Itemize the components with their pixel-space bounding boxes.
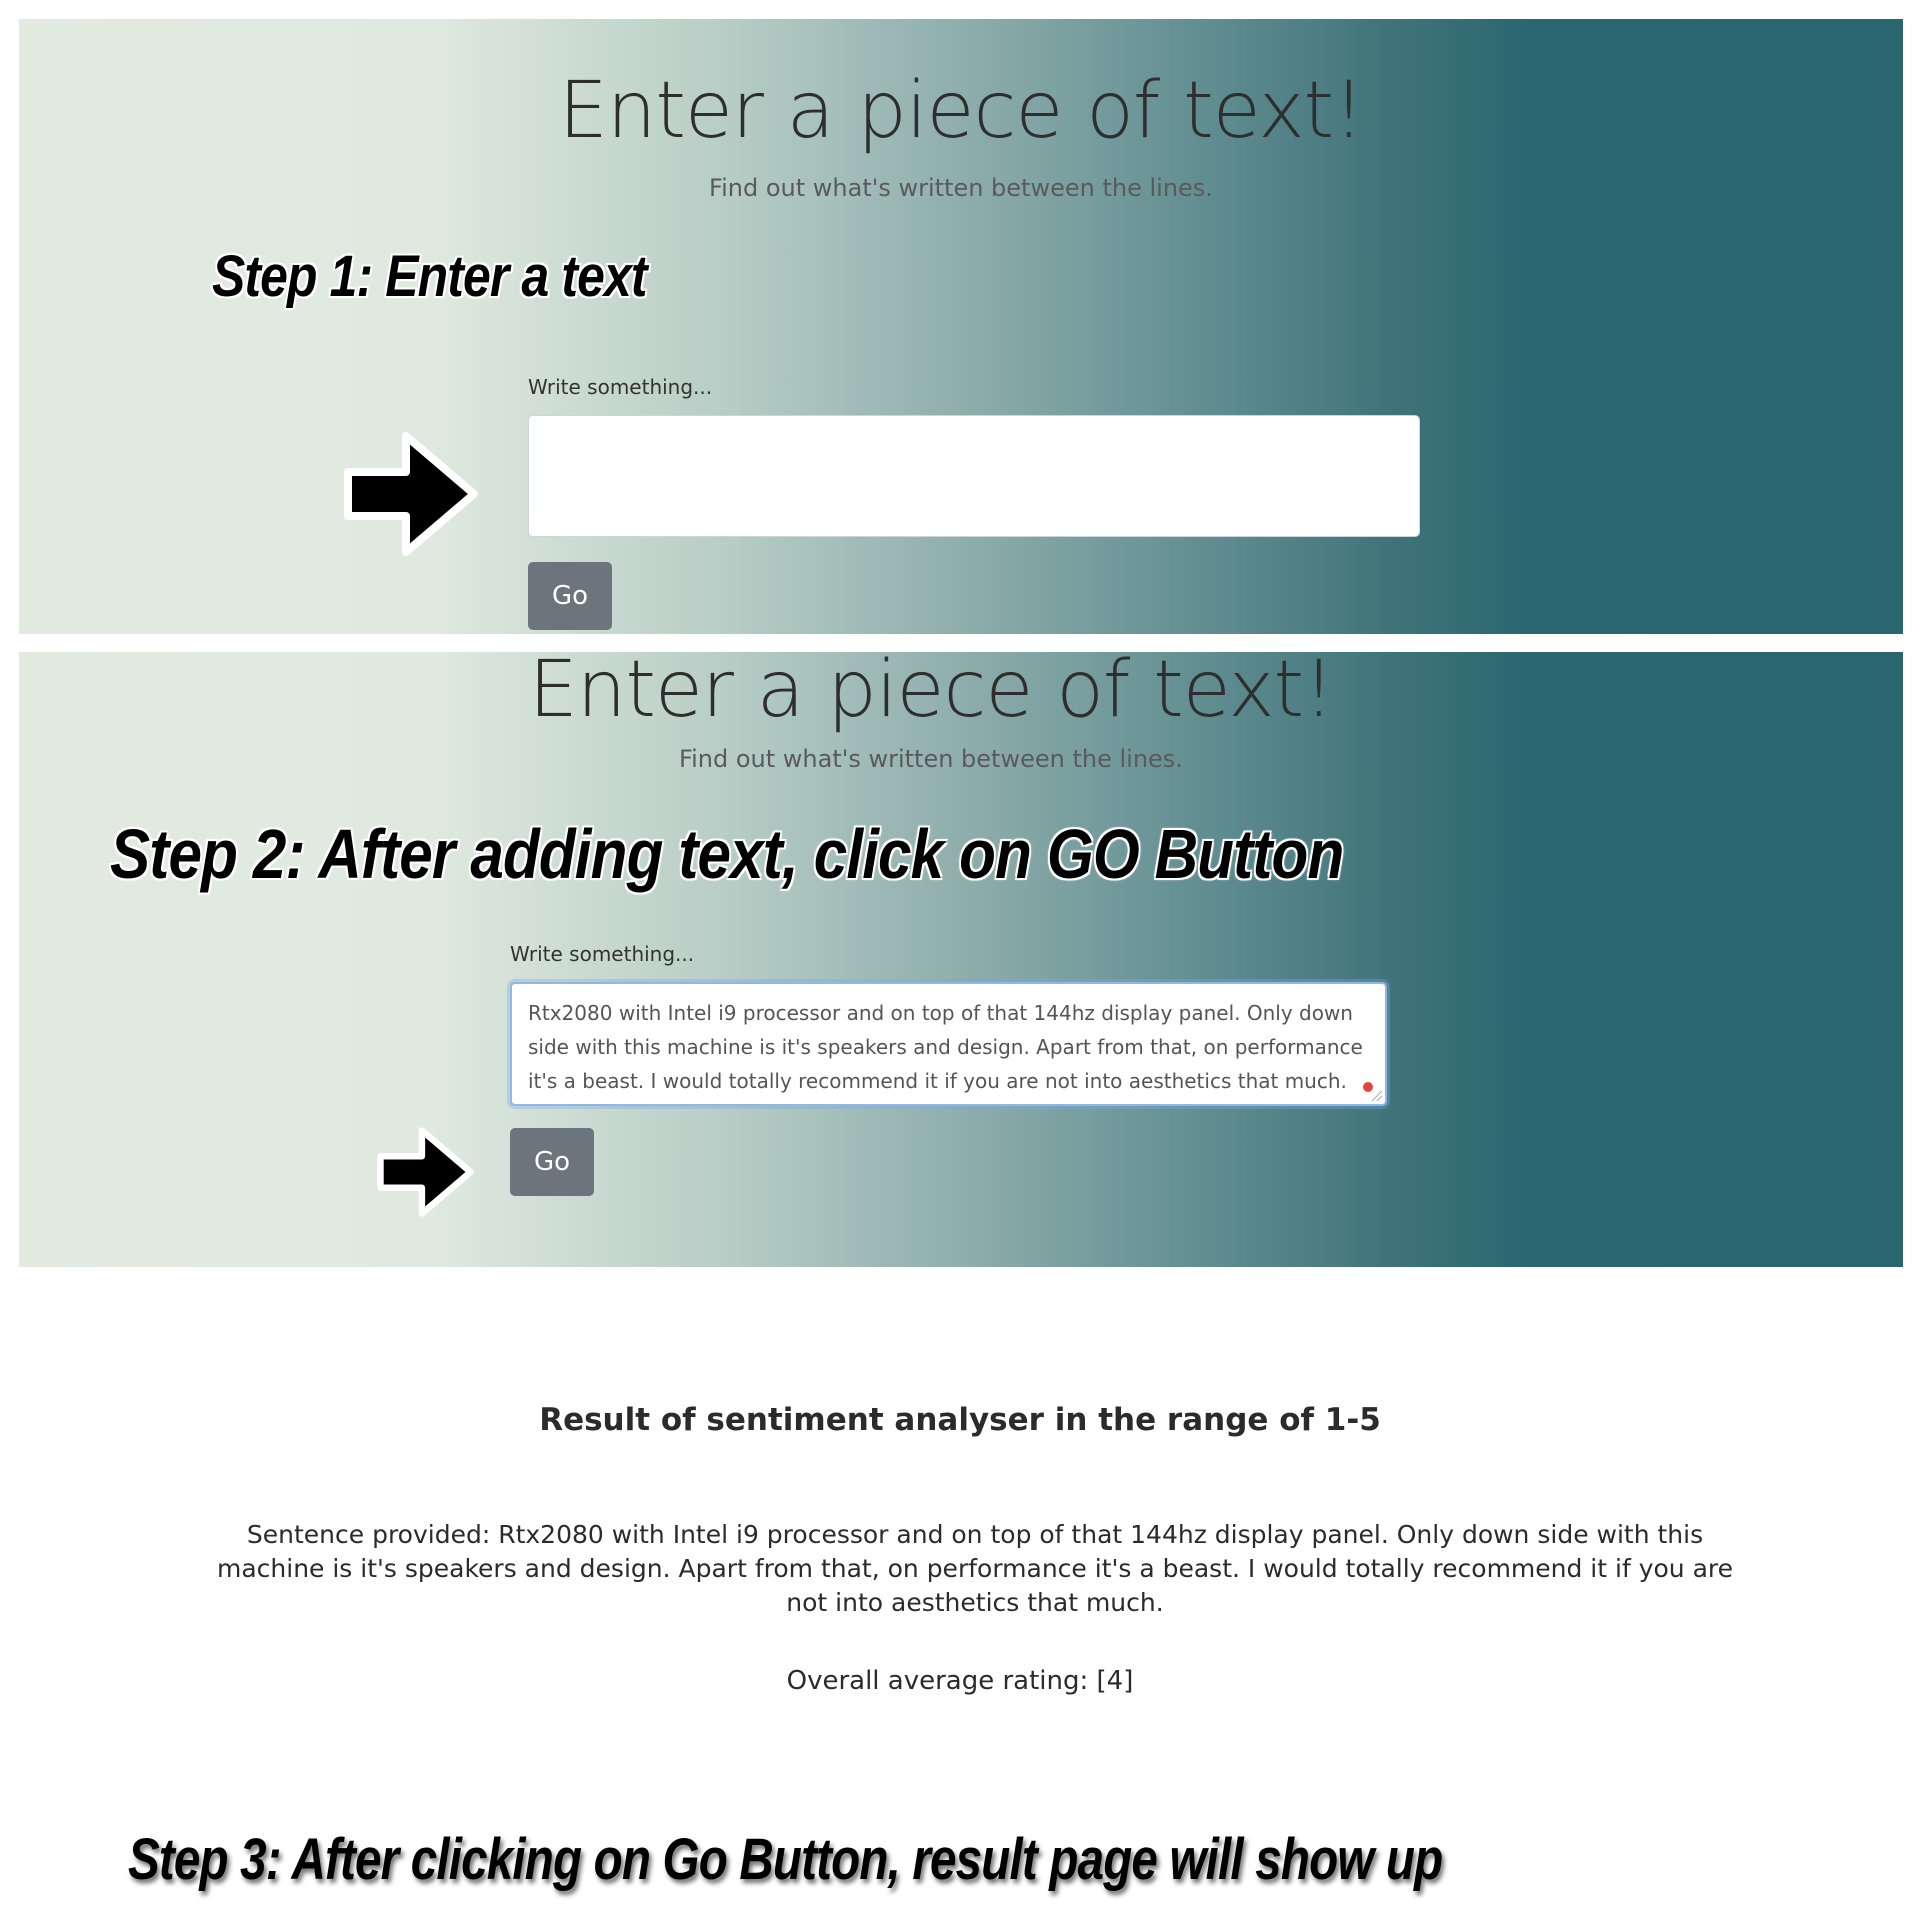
text-input-label: Write something... [528, 375, 713, 399]
screenshot-panel-step2: Enter a piece of text! Find out what's w… [19, 652, 1903, 1267]
step1-caption: Step 1: Enter a text [212, 244, 647, 309]
go-button[interactable]: Go [510, 1128, 594, 1196]
result-title: Result of sentiment analyser in the rang… [539, 1402, 1381, 1438]
arrow-right-icon [344, 432, 478, 556]
step3-caption: Step 3: After clicking on Go Button, res… [128, 1827, 1443, 1892]
page-title: Enter a piece of text! [558, 66, 1365, 156]
page-title: Enter a piece of text! [528, 652, 1335, 735]
screenshot-panel-step1: Enter a piece of text! Find out what's w… [19, 19, 1903, 634]
page-subtitle: Find out what's written between the line… [709, 174, 1213, 202]
text-input-filled[interactable]: Rtx2080 with Intel i9 processor and on t… [510, 982, 1387, 1106]
result-rating: Overall average rating: [4] [786, 1666, 1134, 1696]
text-input-empty[interactable] [528, 415, 1420, 537]
step2-caption: Step 2: After adding text, click on GO B… [110, 815, 1344, 893]
result-sentence: Sentence provided: Rtx2080 with Intel i9… [216, 1520, 1734, 1617]
arrow-right-icon [377, 1127, 474, 1217]
text-input-value: Rtx2080 with Intel i9 processor and on t… [528, 1001, 1363, 1093]
page-subtitle: Find out what's written between the line… [679, 745, 1183, 773]
go-button[interactable]: Go [528, 562, 612, 630]
text-input-label: Write something... [510, 942, 695, 966]
resize-handle-icon[interactable] [1372, 1091, 1382, 1101]
